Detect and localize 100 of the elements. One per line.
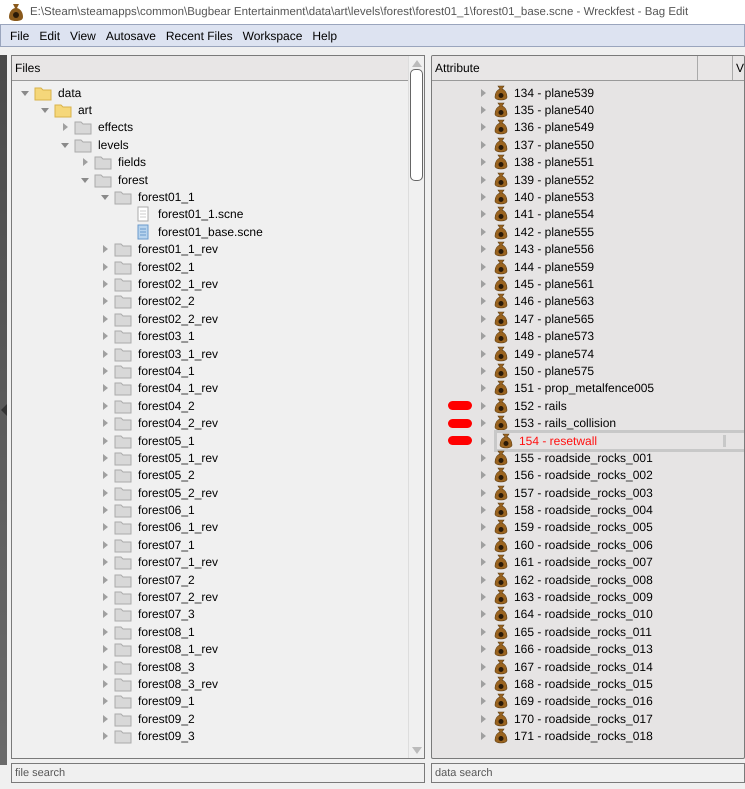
collapsed-arrow-icon[interactable] [100,383,110,394]
attribute-item[interactable]: 134 - plane539 [514,86,594,100]
collapsed-arrow-icon[interactable] [478,105,488,116]
collapsed-arrow-icon[interactable] [100,714,110,724]
collapsed-arrow-icon[interactable] [478,644,488,654]
collapsed-arrow-icon[interactable] [478,714,488,724]
tree-item[interactable]: forest07_3 [138,607,195,622]
column-header[interactable]: Files [12,56,408,81]
column-header[interactable]: Attribute [432,56,698,80]
attribute-item[interactable]: 160 - roadside_rocks_006 [514,538,653,552]
collapsed-arrow-icon[interactable] [100,696,110,706]
scroll-thumb[interactable] [410,69,423,181]
collapsed-arrow-icon[interactable] [100,592,110,602]
collapsed-arrow-icon[interactable] [100,731,110,742]
collapsed-arrow-icon[interactable] [100,488,110,498]
collapsed-arrow-icon[interactable] [100,366,110,376]
tree-item[interactable]: forest02_2_rev [138,312,218,326]
collapsed-arrow-icon[interactable] [100,470,110,480]
collapsed-arrow-icon[interactable] [80,157,90,168]
collapsed-arrow-icon[interactable] [100,662,110,672]
collapsed-arrow-icon[interactable] [478,418,488,428]
attribute-item[interactable]: 169 - roadside_rocks_016 [514,694,653,708]
collapse-arrow-icon[interactable] [0,404,6,416]
search-field[interactable]: file search [11,763,425,783]
tree-item[interactable]: levels [98,138,129,152]
tree-item[interactable]: forest04_2 [138,398,195,413]
tree-item[interactable]: forest07_1 [138,538,195,552]
attribute-item[interactable]: 155 - roadside_rocks_001 [514,450,653,465]
tree-item[interactable]: forest04_1_rev [138,381,218,396]
collapsed-arrow-icon[interactable] [100,609,110,620]
tree-item[interactable]: forest07_2 [138,572,195,587]
attribute-item[interactable]: 165 - roadside_rocks_011 [514,624,652,639]
collapsed-arrow-icon[interactable] [100,418,110,428]
tree-item[interactable]: forest09_1 [138,694,195,708]
collapsed-arrow-icon[interactable] [478,696,488,706]
attribute-item[interactable]: 145 - plane561 [514,276,594,291]
tree-item[interactable]: forest01_1.scne [158,207,244,222]
attribute-item[interactable]: 166 - roadside_rocks_013 [514,642,653,656]
tree-item[interactable]: forest09_3 [138,729,195,744]
tree-item[interactable]: forest08_3_rev [138,676,218,691]
collapsed-arrow-icon[interactable] [478,436,488,446]
collapsed-arrow-icon[interactable] [478,314,488,324]
collapsed-arrow-icon[interactable] [100,244,110,254]
collapsed-arrow-icon[interactable] [478,609,488,620]
collapsed-arrow-icon[interactable] [478,192,488,202]
collapsed-arrow-icon[interactable] [478,470,488,480]
scrollbar[interactable] [408,56,424,758]
collapsed-arrow-icon[interactable] [478,88,488,98]
attribute-item[interactable]: 148 - plane573 [514,329,594,344]
collapsed-arrow-icon[interactable] [478,400,488,411]
collapsed-arrow-icon[interactable] [478,122,488,132]
attribute-item[interactable]: 146 - plane563 [514,294,594,308]
attribute-item[interactable]: 138 - plane551 [514,155,594,170]
collapsed-arrow-icon[interactable] [478,209,488,220]
menu-item[interactable]: Workspace [238,28,308,42]
collapsed-arrow-icon[interactable] [478,140,488,150]
attribute-item[interactable]: 137 - plane550 [514,138,594,152]
collapsed-arrow-icon[interactable] [478,488,488,498]
tree-item[interactable]: forest05_2 [138,468,195,482]
collapsed-arrow-icon[interactable] [478,574,488,585]
collapsed-arrow-icon[interactable] [478,522,488,532]
tree-item[interactable]: forest02_1_rev [138,276,218,291]
collapsed-arrow-icon[interactable] [100,278,110,289]
collapsed-arrow-icon[interactable] [478,157,488,168]
collapsed-arrow-icon[interactable] [100,314,110,324]
tree-item[interactable]: forest06_1 [138,503,195,518]
attribute-item[interactable]: 159 - roadside_rocks_005 [514,520,653,534]
tree-item[interactable]: art [78,103,92,118]
collapsed-arrow-icon[interactable] [100,626,110,637]
tree-item[interactable]: forest07_2_rev [138,590,218,604]
tree-item[interactable]: forest05_2_rev [138,486,218,500]
tree-item[interactable]: forest05_1_rev [138,450,218,465]
tree-item[interactable]: forest04_2_rev [138,416,218,430]
attribute-item[interactable]: 164 - roadside_rocks_010 [514,607,653,622]
tree-item[interactable]: forest05_1 [138,434,195,448]
collapsed-arrow-icon[interactable] [478,262,488,272]
scroll-up-icon[interactable] [412,59,422,67]
collapsed-arrow-icon[interactable] [100,331,110,342]
collapsed-arrow-icon[interactable] [60,122,70,132]
tree-item[interactable]: forest02_1 [138,260,195,274]
attribute-item[interactable]: 168 - roadside_rocks_015 [514,676,653,691]
menu-item[interactable]: View [65,28,101,42]
attribute-item[interactable]: 150 - plane575 [514,364,594,378]
menu-item[interactable]: Recent Files [160,28,238,42]
tree-item[interactable]: forest04_1 [138,364,195,378]
collapsed-arrow-icon[interactable] [478,296,488,306]
attribute-item[interactable]: 136 - plane549 [514,120,594,134]
collapsed-arrow-icon[interactable] [478,244,488,254]
search-field[interactable]: data search [431,763,745,783]
tree-item[interactable]: forest01_1 [138,190,195,204]
attribute-item[interactable]: 161 - roadside_rocks_007 [514,555,653,570]
expanded-arrow-icon[interactable] [40,105,50,116]
collapsed-arrow-icon[interactable] [478,505,488,516]
attribute-item[interactable]: 170 - roadside_rocks_017 [514,712,653,726]
attribute-item[interactable]: 163 - roadside_rocks_009 [514,590,653,604]
tree-item[interactable]: data [58,86,82,100]
attribute-item[interactable]: 171 - roadside_rocks_018 [514,729,653,744]
collapsed-arrow-icon[interactable] [100,644,110,654]
collapsed-arrow-icon[interactable] [478,540,488,550]
collapsed-arrow-icon[interactable] [478,557,488,568]
